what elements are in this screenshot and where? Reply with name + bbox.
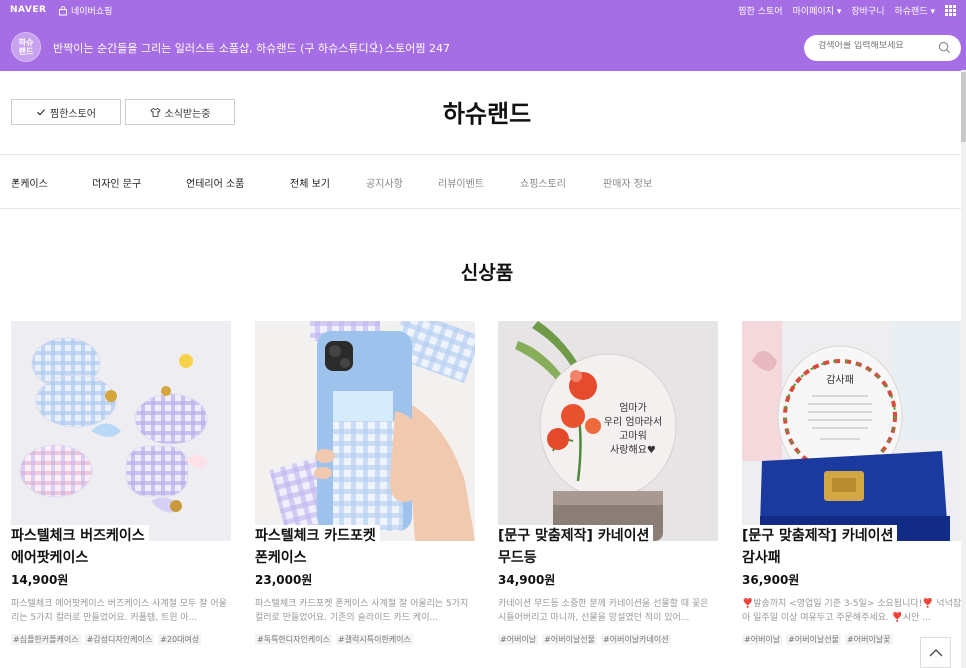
naver-shopping-label: 네이버쇼핑: [71, 7, 113, 17]
product-card[interactable]: 감사패 [문구 맞춤제작] 카네이션 감사패 36,900원 ❣️발송까지 <영업…: [742, 321, 962, 645]
divider: [0, 208, 966, 209]
store-header-bar: 하슈랜드 반짝이는 순간들을 그리는 일러스트 소품샵, 하슈랜드 (구 하슈스…: [0, 22, 966, 71]
product-name[interactable]: 파스텔체크 카드포켓 폰케이스: [255, 525, 380, 569]
search-input[interactable]: [818, 41, 938, 51]
mypage-label: 마이페이지: [792, 7, 834, 17]
product-name-line2: 무드등: [498, 547, 541, 569]
product-description: ❣️발송까지 <영업일 기준 3-5일> 소요됩니다!❣️ 넉넉잡아 일주일 이…: [742, 599, 962, 623]
store-menu-link[interactable]: 하슈랜드 ▾: [894, 4, 935, 17]
app-grid-icon[interactable]: [945, 5, 956, 16]
tag[interactable]: #어버이날선물: [786, 634, 842, 645]
product-price: 23,000원: [255, 573, 313, 587]
nav-item-all[interactable]: 전체 보기: [290, 175, 330, 190]
nav-item-review-event[interactable]: 리뷰이벤트: [438, 175, 484, 190]
lamp-text-2: 우리 엄마라서: [604, 416, 662, 428]
lamp-text-1: 엄마가: [619, 402, 647, 414]
product-name-line1: [문구 맞춤제작] 카네이션: [498, 525, 654, 547]
search-box[interactable]: [804, 35, 961, 61]
tag[interactable]: #심플한커플케이스: [11, 634, 81, 645]
category-nav: 폰케이스 ⌄ 디자인 문구 ⌄ 인테리어 소품 ⌄ 전체 보기 공지사항 리뷰이벤트 …: [0, 175, 966, 190]
naver-top-bar: NAVER 네이버쇼핑 찜한 스토어 마이페이지 ▾ 장바구니 하슈랜드 ▾: [0, 0, 966, 22]
chevron-up-icon: [929, 649, 942, 657]
product-price: 34,900원: [498, 573, 556, 587]
product-image[interactable]: [255, 321, 475, 541]
product-image[interactable]: 감사패: [742, 321, 962, 541]
buds-case-photo: [11, 321, 231, 541]
product-name-line2: 에어팟케이스: [11, 547, 93, 569]
divider: [375, 41, 376, 53]
scrollbar-thumb[interactable]: [961, 72, 966, 142]
product-price: 36,900원: [742, 573, 800, 587]
product-card[interactable]: 파스텔체크 카드포켓 폰케이스 23,000원 파스텔체크 카드포켓 폰케이스 사…: [255, 321, 475, 645]
lamp-text-3: 고마워: [619, 429, 647, 442]
product-card[interactable]: 파스텔체크 버즈케이스 에어팟케이스 14,900원 파스텔체크 에어팟케이스 버…: [11, 321, 231, 645]
product-tags: #독특한디자인케이스 #갤럭시특이한케이스: [255, 634, 479, 645]
naver-shopping-link[interactable]: 네이버쇼핑: [58, 4, 112, 17]
product-image[interactable]: 엄마가 우리 엄마라서 고마워 사랑해요♥: [498, 321, 718, 541]
tag[interactable]: #어버이날카네이션: [601, 634, 671, 645]
product-image[interactable]: [11, 321, 231, 541]
store-logo[interactable]: 하슈랜드: [11, 32, 41, 62]
scroll-to-top-button[interactable]: [920, 637, 951, 668]
zzim-store-link[interactable]: 찜한 스토어: [738, 4, 782, 17]
product-name-line1: 파스텔체크 버즈케이스: [11, 525, 149, 547]
search-icon[interactable]: [938, 41, 951, 54]
cart-link[interactable]: 장바구니: [851, 4, 884, 17]
nav-item-seller-info[interactable]: 판매자 정보: [603, 175, 652, 190]
chevron-down-icon: ▾: [927, 7, 935, 17]
product-name-line2: 감사패: [742, 547, 785, 569]
divider: [0, 154, 966, 155]
lamp-text-4: 사랑해요♥: [610, 443, 656, 456]
product-name[interactable]: 파스텔체크 버즈케이스 에어팟케이스: [11, 525, 149, 569]
product-tags: #심플한커플케이스 #감성디자인케이스 #20대여성: [11, 634, 235, 645]
tag[interactable]: #20대여성: [158, 634, 202, 645]
product-description: 카네이션 무드등 소중한 분께 카네이션을 선물할 때 꽃은 시들어버리고 마니…: [498, 599, 709, 623]
chevron-down-icon: ⌄: [188, 175, 195, 184]
product-card[interactable]: 엄마가 우리 엄마라서 고마워 사랑해요♥ [문구 맞춤제작] 카네이션 무드등 …: [498, 321, 718, 645]
nav-label: 인테리어 소품: [186, 179, 245, 190]
product-description: 파스텔체크 에어팟케이스 버즈케이스 사계절 모두 잘 어울리는 5가지 컬러로…: [11, 599, 227, 623]
mood-lamp-photo: 엄마가 우리 엄마라서 고마워 사랑해요♥: [498, 321, 718, 541]
nav-item-shopping-story[interactable]: 쇼핑스토리: [520, 175, 566, 190]
product-name[interactable]: [문구 맞춤제작] 카네이션 감사패: [742, 525, 898, 569]
product-price: 14,900원: [11, 573, 69, 587]
tag[interactable]: #감성디자인케이스: [84, 634, 155, 645]
tag[interactable]: #어버이날: [498, 634, 539, 645]
store-logo-text: 하슈랜드: [18, 38, 34, 56]
top-bar-menu: 찜한 스토어 마이페이지 ▾ 장바구니 하슈랜드 ▾: [738, 4, 956, 17]
store-menu-label: 하슈랜드: [894, 7, 928, 17]
product-name-line1: [문구 맞춤제작] 카네이션: [742, 525, 898, 547]
product-name[interactable]: [문구 맞춤제작] 카네이션 무드등: [498, 525, 654, 569]
store-description: 반짝이는 순간들을 그리는 일러스트 소품샵, 하슈랜드 (구 하슈스튜디오): [53, 42, 384, 55]
product-description: 파스텔체크 카드포켓 폰케이스 사계절 잘 어울리는 5가지 컬러로 만들었어요…: [255, 599, 469, 623]
page-scrollbar[interactable]: [961, 70, 966, 668]
shopping-bag-icon: [59, 5, 67, 15]
product-name-line1: 파스텔체크 카드포켓: [255, 525, 380, 547]
plaque-title-text: 감사패: [826, 374, 854, 386]
tag[interactable]: #어버이날선물: [542, 634, 598, 645]
store-zzim-count: 스토어찜 247: [385, 42, 450, 55]
chevron-down-icon: ▾: [833, 7, 842, 17]
store-title: 하슈랜드: [442, 100, 532, 128]
product-name-line2: 폰케이스: [255, 547, 311, 569]
chevron-down-icon: ⌄: [13, 175, 20, 184]
tag[interactable]: #어버이날: [742, 634, 783, 645]
plaque-photo: 감사패: [742, 321, 962, 541]
naver-logo[interactable]: NAVER: [10, 5, 46, 15]
mypage-link[interactable]: 마이페이지 ▾: [793, 4, 842, 17]
tag[interactable]: #갤럭시특이한케이스: [335, 634, 413, 645]
section-title: 신상품: [460, 262, 514, 284]
tag[interactable]: #어버이날꽃: [845, 634, 893, 645]
nav-item-notice[interactable]: 공지사항: [366, 175, 403, 190]
tag[interactable]: #독특한디자인케이스: [255, 634, 332, 645]
phone-case-photo: [255, 321, 475, 541]
chevron-down-icon: ⌄: [94, 175, 101, 184]
product-tags: #어버이날 #어버이날선물 #어버이날카네이션: [498, 634, 722, 645]
